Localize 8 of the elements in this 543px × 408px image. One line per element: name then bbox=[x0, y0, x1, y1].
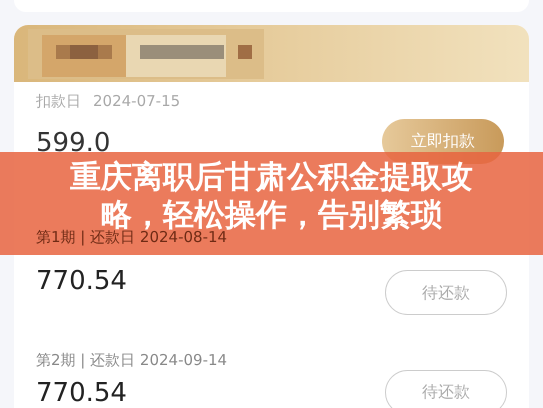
pending-button[interactable]: 待还款 bbox=[385, 270, 507, 315]
deduction-amount: 599.0 bbox=[36, 126, 110, 160]
deduction-label: 扣款日 bbox=[36, 91, 81, 112]
installment-date: 第2期 | 还款日 2024-09-14 bbox=[36, 350, 228, 371]
pending-button[interactable]: 待还款 bbox=[385, 370, 507, 408]
installment-amount: 770.54 bbox=[36, 265, 127, 298]
deduction-date: 2024-07-15 bbox=[93, 91, 180, 112]
installment-amount: 770.54 bbox=[36, 376, 127, 408]
